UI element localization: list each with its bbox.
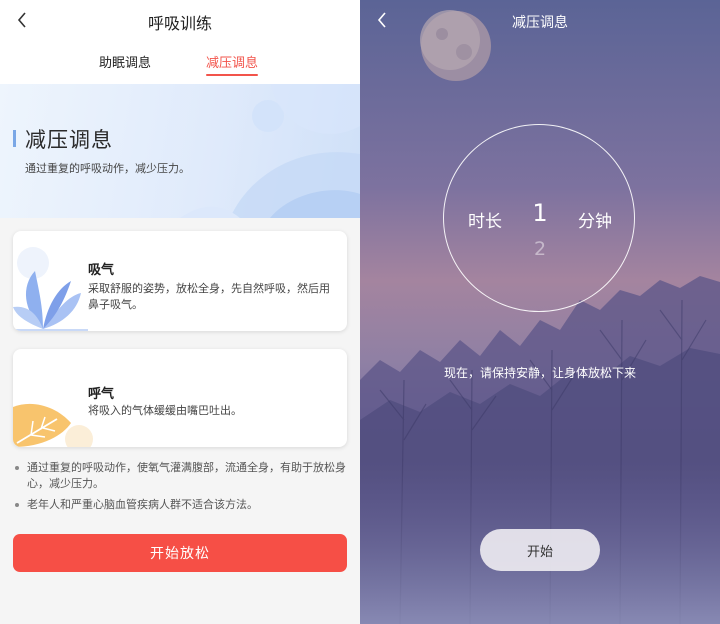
page-title: 减压调息 (512, 15, 568, 31)
duration-label: 时长 (468, 212, 502, 232)
banner-subtitle: 通过重复的呼吸动作，减少压力。 (25, 162, 190, 175)
start-relax-button[interactable]: 开始放松 (13, 534, 347, 572)
note-item: 老年人和严重心脑血管疾病人群不适合该方法。 (13, 497, 347, 513)
tab-stress-breathing[interactable]: 减压调息 (206, 52, 258, 71)
exhale-card: 呼气 将吸入的气体缓缓由嘴巴吐出。 (13, 349, 347, 447)
hint-text: 现在，请保持安静，让身体放松下来 (443, 366, 636, 380)
tab-sleep-breathing[interactable]: 助眠调息 (99, 52, 151, 71)
note-text: 老年人和严重心脑血管疾病人群不适合该方法。 (27, 498, 258, 511)
duration-unit: 分钟 (578, 212, 612, 232)
note-text: 通过重复的呼吸动作，使氧气灌满腹部，流通全身，有助于放松身心，减少压力。 (27, 461, 346, 490)
exhale-description: 将吸入的气体缓缓由嘴巴吐出。 (88, 404, 242, 417)
inhale-card: 吸气 采取舒服的姿势，放松全身，先自然呼吸，然后用鼻子吸气。 (13, 231, 347, 331)
leaf-icon (13, 403, 93, 447)
active-tab-indicator (206, 74, 258, 76)
tab-bar: 助眠调息 减压调息 (0, 44, 360, 84)
bullet-icon (15, 466, 19, 470)
inhale-title: 吸气 (88, 263, 115, 278)
right-screen: 减压调息 时长 1 2 分钟 现在，请保持安静，让身体放松下来 开始 (360, 0, 720, 624)
start-button[interactable]: 开始 (480, 529, 600, 571)
banner-accent-bar (13, 130, 16, 147)
lotus-icon (13, 247, 88, 331)
duration-next-value[interactable]: 2 (532, 238, 548, 260)
nav-bar: 呼吸训练 (0, 0, 360, 44)
exhale-title: 呼气 (88, 387, 115, 402)
banner: 减压调息 通过重复的呼吸动作，减少压力。 (0, 84, 360, 218)
left-screen: 呼吸训练 助眠调息 减压调息 减压调息 通过重复的呼吸动作，减少压力。 吸气 采… (0, 0, 360, 624)
duration-value[interactable]: 1 (532, 199, 548, 227)
note-item: 通过重复的呼吸动作，使氧气灌满腹部，流通全身，有助于放松身心，减少压力。 (13, 460, 347, 492)
page-title: 呼吸训练 (147, 14, 212, 33)
bullet-icon (15, 503, 19, 507)
notes-list: 通过重复的呼吸动作，使氧气灌满腹部，流通全身，有助于放松身心，减少压力。 老年人… (13, 460, 347, 518)
inhale-description: 采取舒服的姿势，放松全身，先自然呼吸，然后用鼻子吸气。 (88, 282, 330, 311)
banner-title: 减压调息 (25, 128, 113, 152)
